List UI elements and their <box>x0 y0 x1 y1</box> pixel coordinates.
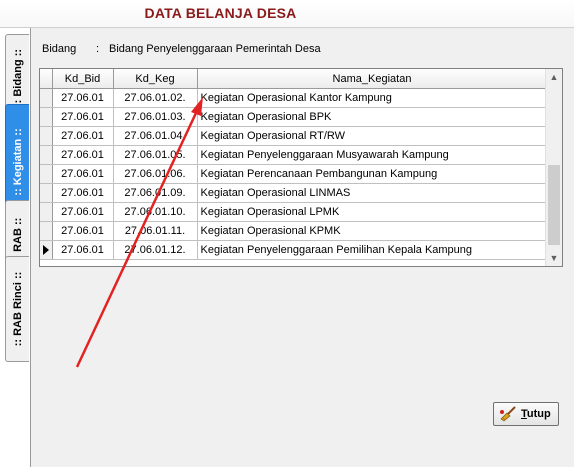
bidang-label: Bidang <box>42 43 77 55</box>
vertical-tab-strip: :: Bidang :: :: Kegiatan :: :: RAB :: ::… <box>5 28 31 467</box>
cell-kd-bid[interactable]: 27.06.01 <box>52 202 114 222</box>
cell-kd-keg[interactable]: 27.06.01.05. <box>113 145 198 165</box>
cell-nama-kegiatan[interactable]: Kegiatan Operasional KPMK <box>197 221 548 241</box>
table-row[interactable]: 27.06.01 27.06.01.03. Kegiatan Operasion… <box>40 107 548 127</box>
cell-kd-keg[interactable]: 27.06.01.02. <box>113 88 198 108</box>
cell-nama-kegiatan[interactable]: Kegiatan Operasional Kantor Kampung <box>197 88 548 108</box>
bidang-value: Bidang Penyelenggaraan Pemerintah Desa <box>109 43 321 55</box>
cell-nama-kegiatan[interactable]: Kegiatan Operasional BPK <box>197 107 548 127</box>
cell-nama-kegiatan[interactable]: Kegiatan Penyelenggaraan Musyawarah Kamp… <box>197 145 548 165</box>
cell-kd-keg[interactable]: 27.06.01.04. <box>113 126 198 146</box>
table-row[interactable]: 27.06.01 27.06.01.10. Kegiatan Operasion… <box>40 202 548 222</box>
cell-nama-kegiatan[interactable]: Kegiatan Operasional LPMK <box>197 202 548 222</box>
window-title: DATA BELANJA DESA <box>144 5 297 21</box>
cell-kd-bid[interactable]: 27.06.01 <box>52 145 114 165</box>
bidang-separator: : <box>96 43 100 55</box>
tutup-label: Tutup <box>521 408 551 420</box>
tab-rab-rinci-label: :: RAB Rinci :: <box>11 271 24 347</box>
cell-kd-bid[interactable]: 27.06.01 <box>52 107 114 127</box>
table-row[interactable]: 27.06.01 27.06.01.06. Kegiatan Perencana… <box>40 164 548 184</box>
header-kd-keg[interactable]: Kd_Keg <box>113 69 198 89</box>
cell-nama-kegiatan[interactable]: Kegiatan Operasional RT/RW <box>197 126 548 146</box>
row-indicator[interactable] <box>40 240 53 260</box>
tab-bidang-label: :: Bidang :: <box>11 48 24 108</box>
cell-kd-bid[interactable]: 27.06.01 <box>52 164 114 184</box>
header-kd-bid[interactable]: Kd_Bid <box>52 69 114 89</box>
cell-kd-keg[interactable]: 27.06.01.11. <box>113 221 198 241</box>
window-titlebar: DATA BELANJA DESA <box>0 0 574 28</box>
table-row[interactable]: 27.06.01 27.06.01.04. Kegiatan Operasion… <box>40 126 548 146</box>
kegiatan-panel: Bidang : Bidang Penyelenggaraan Pemerint… <box>30 28 574 467</box>
header-row: Kd_Bid Kd_Keg Nama_Kegiatan <box>40 69 548 89</box>
cell-kd-keg[interactable]: 27.06.01.03. <box>113 107 198 127</box>
tab-rab-rinci[interactable]: :: RAB Rinci :: <box>5 256 29 362</box>
cell-kd-bid[interactable]: 27.06.01 <box>52 126 114 146</box>
cell-nama-kegiatan[interactable]: Kegiatan Operasional LINMAS <box>197 183 548 203</box>
cell-kd-bid[interactable]: 27.06.01 <box>52 221 114 241</box>
current-row-pointer-icon <box>43 245 49 255</box>
kegiatan-table: Kd_Bid Kd_Keg Nama_Kegiatan 27.06.01 27.… <box>40 69 548 260</box>
row-indicator[interactable] <box>40 183 53 203</box>
cell-kd-bid[interactable]: 27.06.01 <box>52 88 114 108</box>
grid-vertical-scrollbar[interactable]: ▲ ▼ <box>545 69 562 266</box>
cell-kd-keg[interactable]: 27.06.01.09. <box>113 183 198 203</box>
scroll-up-arrow-icon[interactable]: ▲ <box>546 69 562 85</box>
tab-kegiatan-label: :: Kegiatan :: <box>11 128 24 196</box>
table-row[interactable]: 27.06.01 27.06.01.05. Kegiatan Penyeleng… <box>40 145 548 165</box>
cell-kd-keg[interactable]: 27.06.01.06. <box>113 164 198 184</box>
kegiatan-grid[interactable]: Kd_Bid Kd_Keg Nama_Kegiatan 27.06.01 27.… <box>39 68 563 267</box>
tutup-button[interactable]: Tutup <box>493 402 559 426</box>
cell-kd-keg[interactable]: 27.06.01.12. <box>113 240 198 260</box>
scroll-down-arrow-icon[interactable]: ▼ <box>546 250 562 266</box>
cell-nama-kegiatan[interactable]: Kegiatan Penyelenggaraan Pemilihan Kepal… <box>197 240 548 260</box>
table-row[interactable]: 27.06.01 27.06.01.02. Kegiatan Operasion… <box>40 88 548 108</box>
broom-icon <box>500 406 516 422</box>
row-indicator[interactable] <box>40 202 53 222</box>
cell-kd-bid[interactable]: 27.06.01 <box>52 183 114 203</box>
cell-kd-bid[interactable]: 27.06.01 <box>52 240 114 260</box>
row-indicator[interactable] <box>40 107 53 127</box>
cell-nama-kegiatan[interactable]: Kegiatan Perencanaan Pembangunan Kampung <box>197 164 548 184</box>
scroll-thumb[interactable] <box>548 165 560 245</box>
row-indicator[interactable] <box>40 221 53 241</box>
table-row[interactable]: 27.06.01 27.06.01.11. Kegiatan Operasion… <box>40 221 548 241</box>
row-indicator[interactable] <box>40 164 53 184</box>
row-indicator[interactable] <box>40 88 53 108</box>
row-indicator[interactable] <box>40 145 53 165</box>
header-nama-kegiatan[interactable]: Nama_Kegiatan <box>197 69 548 89</box>
header-indicator <box>40 69 53 89</box>
cell-kd-keg[interactable]: 27.06.01.10. <box>113 202 198 222</box>
row-indicator[interactable] <box>40 126 53 146</box>
table-row[interactable]: 27.06.01 27.06.01.09. Kegiatan Operasion… <box>40 183 548 203</box>
table-row-current[interactable]: 27.06.01 27.06.01.12. Kegiatan Penyeleng… <box>40 240 548 260</box>
